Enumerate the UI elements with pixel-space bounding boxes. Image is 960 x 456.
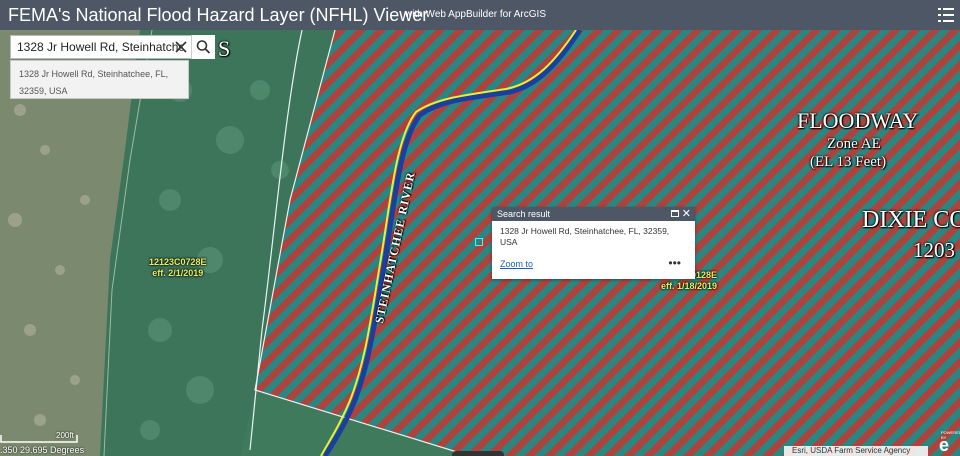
list-menu-icon[interactable] [936,4,956,26]
coordinate-readout: .350 29.695 Degrees [0,445,85,455]
popup-title: Search result [497,209,551,219]
panel-id-left: 12123C0728E [149,257,207,267]
map-attribution: Esri, USDA Farm Service Agency [784,446,928,456]
county-label: DIXIE CO [862,207,960,233]
panel-eff-left: eff. 2/1/2019 [152,268,204,278]
bottom-panel-handle[interactable] [452,451,504,456]
app-title: FEMA's National Flood Hazard Layer (NFHL… [8,5,429,25]
more-options-icon[interactable]: ••• [668,256,681,270]
esri-mark: e [939,435,950,455]
panel-eff-right: eff. 1/18/2019 [661,281,718,291]
search-suggestion[interactable]: 1328 Jr Howell Rd, Steinhatchee, FL, 323… [10,60,189,99]
suggestion-line-1: 1328 Jr Howell Rd, Steinhatchee, FL, [19,69,169,79]
close-icon[interactable] [173,38,189,56]
close-icon[interactable]: ✕ [682,207,691,221]
search-icon [196,40,211,54]
search-widget [10,35,215,59]
zone-label: Zone AE [827,136,881,152]
maximize-icon[interactable] [671,210,679,217]
elevation-label: (EL 13 Feet) [810,154,887,170]
app-header: FEMA's National Flood Hazard Layer (NFHL… [0,0,960,30]
scale-bar: 200ft [0,431,80,444]
app-subtitle: with Web AppBuilder for ArcGIS [405,9,546,20]
county-code-label: 1203 [913,238,955,262]
panel-label-left: 12123C0728E eff. 2/1/2019 [149,257,207,279]
esri-logo: POWERED BY e [938,430,960,456]
zoom-to-link[interactable]: Zoom to [500,259,533,269]
search-result-popup: Search result ✕ 1328 Jr Howell Rd, Stein… [492,207,695,279]
search-button[interactable] [191,35,215,59]
scale-label: 200ft [56,431,74,440]
popup-address: 1328 Jr Howell Rd, Steinhatchee, FL, 323… [500,226,670,247]
map-label-fragment: S [218,36,231,61]
floodway-label: FLOODWAY [797,108,919,133]
suggestion-line-2: 32359, USA [19,86,68,96]
search-result-marker[interactable] [475,238,483,246]
search-input[interactable] [11,36,183,58]
popup-header: Search result ✕ [492,207,695,221]
